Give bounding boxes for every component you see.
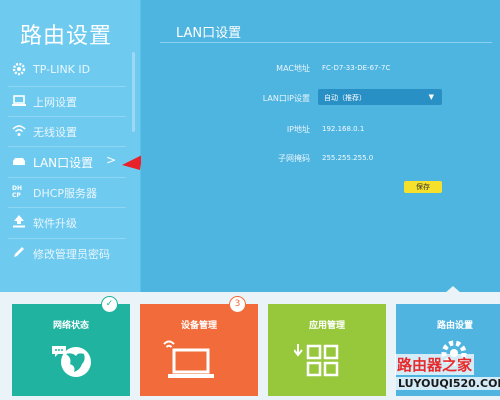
save-button[interactable]: 保存 — [404, 181, 442, 193]
sidebar-item-password[interactable]: 修改管理员密码 — [0, 238, 128, 268]
tile-network-status[interactable]: 网络状态 — [12, 304, 130, 396]
sidebar-item-label: 修改管理员密码 — [33, 248, 110, 261]
mac-value: FC-D7-33-DE-67-7C — [322, 64, 391, 72]
svg-text:CP: CP — [12, 192, 21, 198]
sidebar-item-upgrade[interactable]: 软件升级 — [0, 207, 128, 237]
mac-label: MAC地址 — [276, 64, 310, 73]
chevron-down-icon: ▼ — [428, 93, 434, 101]
page-title: LAN口设置 — [176, 26, 242, 41]
tile-device-management[interactable]: 设备管理 — [140, 304, 258, 396]
sidebar-item-label: LAN口设置 — [33, 156, 94, 170]
wifi-icon — [12, 125, 26, 136]
laptop-icon — [163, 340, 214, 378]
tile-label: 网络状态 — [52, 321, 89, 331]
chevron-right-icon: > — [106, 153, 117, 167]
sidebar-item-tplink-id[interactable]: TP-LINK ID — [0, 55, 128, 85]
apps-icon — [294, 344, 339, 377]
sidebar-item-label: 无线设置 — [33, 126, 77, 139]
ip-label: IP地址 — [286, 125, 310, 134]
ip-value: 192.168.0.1 — [322, 125, 365, 133]
svg-text:DH: DH — [12, 185, 22, 192]
sidebar-item-label: DHCP服务器 — [33, 187, 98, 200]
device-count-badge: 3 — [229, 296, 246, 313]
sidebar-item-lan[interactable]: LAN口设置 > — [0, 146, 128, 176]
tile-label: 路由设置 — [436, 321, 473, 331]
lan-ip-setting-select[interactable]: 自动（推荐） ▼ — [318, 89, 442, 105]
pencil-icon — [14, 247, 24, 257]
mask-label: 子网掩码 — [278, 154, 310, 163]
sidebar-item-label: 软件升级 — [33, 217, 77, 230]
dhcp-icon: DHCP — [12, 185, 22, 198]
lan-ip-setting-label: LAN口IP设置 — [262, 94, 310, 103]
globe-icon — [52, 346, 91, 377]
tile-label: 设备管理 — [180, 321, 217, 331]
watermark-url: LUYOUQI520.COM — [396, 377, 500, 390]
tile-pointer — [445, 286, 461, 293]
sidebar-item-dhcp[interactable]: DH CP DHCP服务器 — [0, 177, 128, 207]
watermark-logo: 路由器之家 — [395, 354, 475, 375]
title-divider — [160, 42, 492, 43]
tile-label: 应用管理 — [308, 321, 345, 331]
router-icon — [13, 158, 25, 165]
network-status-badge: ✓ — [101, 296, 118, 313]
tile-app-management[interactable]: 应用管理 — [268, 304, 386, 396]
sidebar-item-label: TP-LINK ID — [33, 63, 91, 76]
laptop-icon — [12, 95, 26, 106]
gear-icon — [12, 62, 26, 76]
lan-ip-setting-value: 自动（推荐） — [324, 94, 366, 102]
sidebar-title: 路由设置 — [20, 24, 113, 49]
sidebar-scrollbar[interactable] — [132, 52, 135, 132]
mask-value: 255.255.255.0 — [322, 154, 374, 162]
upload-icon — [13, 215, 25, 228]
sidebar-item-wireless[interactable]: 无线设置 — [0, 116, 128, 146]
sidebar-item-label: 上网设置 — [33, 96, 77, 109]
main-panel — [141, 0, 500, 292]
sidebar-item-internet[interactable]: 上网设置 — [0, 86, 128, 116]
